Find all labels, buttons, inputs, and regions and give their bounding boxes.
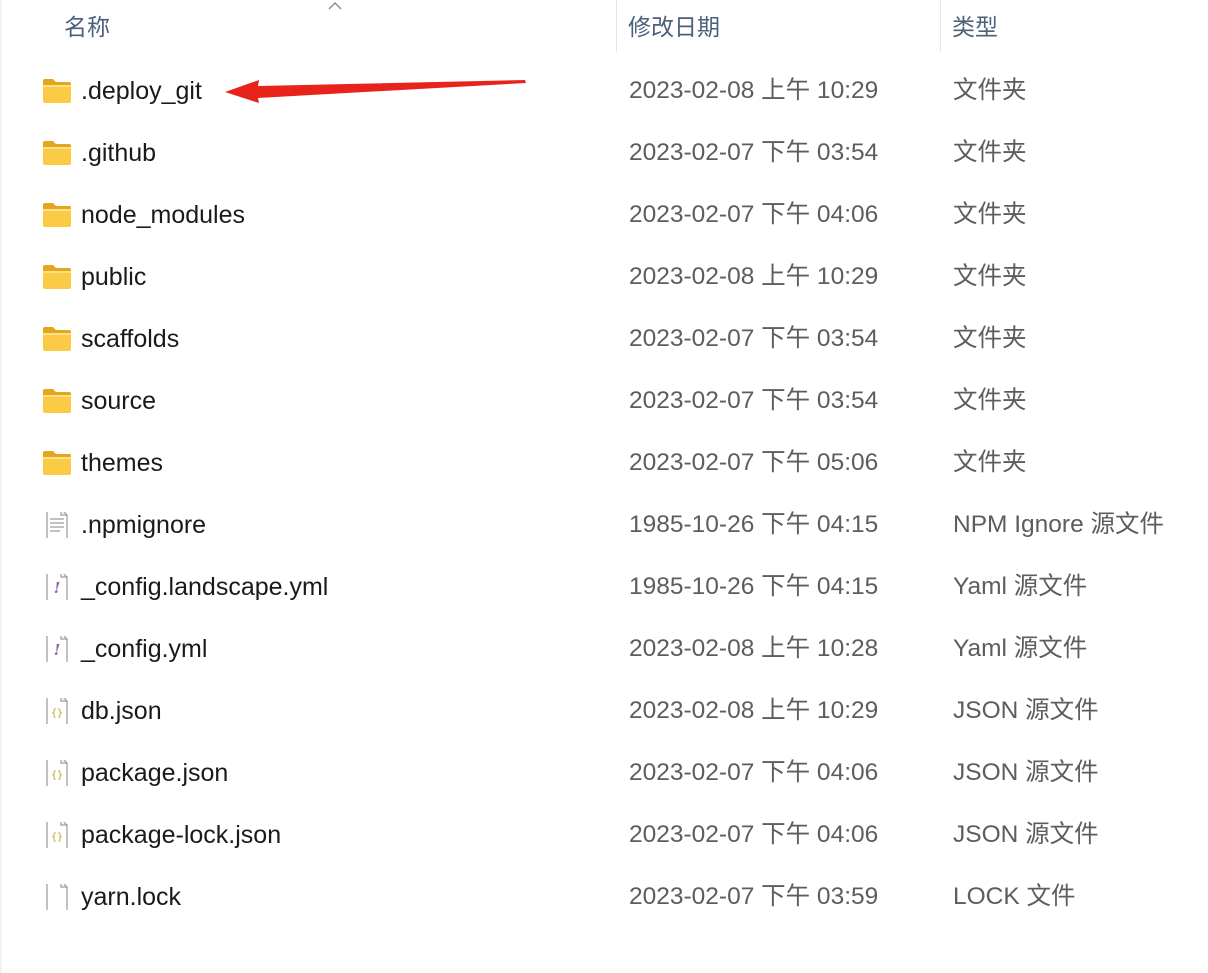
svg-text:!: ! bbox=[54, 641, 61, 659]
blank-file-icon bbox=[42, 880, 72, 914]
json-file-icon: {} bbox=[42, 818, 72, 852]
file-type: Yaml 源文件 bbox=[953, 573, 1088, 600]
file-modified-date: 2023-02-07 下午 04:06 bbox=[629, 759, 879, 786]
file-row[interactable]: {} package.json 2023-02-07 下午 04:06 JSON 源… bbox=[0, 742, 1208, 804]
file-modified-date: 1985-10-26 下午 04:15 bbox=[629, 573, 879, 600]
file-row[interactable]: .github 2023-02-07 下午 03:54 文件夹 bbox=[0, 122, 1208, 184]
text-file-icon bbox=[42, 508, 72, 542]
file-type: NPM Ignore 源文件 bbox=[953, 511, 1165, 538]
folder-icon bbox=[42, 202, 72, 228]
file-name: scaffolds bbox=[81, 325, 180, 353]
svg-text:{}: {} bbox=[51, 832, 63, 843]
file-type: 文件夹 bbox=[953, 387, 1027, 414]
folder-icon bbox=[42, 140, 72, 166]
column-divider[interactable] bbox=[616, 0, 617, 52]
json-file-icon: {} bbox=[42, 694, 72, 728]
file-name: yarn.lock bbox=[81, 883, 182, 911]
file-type: 文件夹 bbox=[953, 77, 1027, 104]
file-type: Yaml 源文件 bbox=[953, 635, 1088, 662]
file-name: node_modules bbox=[81, 201, 246, 229]
file-name: _config.yml bbox=[81, 635, 208, 663]
column-divider[interactable] bbox=[940, 0, 941, 52]
file-row[interactable]: source 2023-02-07 下午 03:54 文件夹 bbox=[0, 370, 1208, 432]
column-header-bar: 名称 修改日期 类型 bbox=[0, 0, 1208, 52]
file-row[interactable]: themes 2023-02-07 下午 05:06 文件夹 bbox=[0, 432, 1208, 494]
file-row[interactable]: .npmignore 1985-10-26 下午 04:15 NPM Ignore … bbox=[0, 494, 1208, 556]
folder-icon bbox=[42, 326, 72, 352]
file-row[interactable]: .deploy_git 2023-02-08 上午 10:29 文件夹 bbox=[0, 60, 1208, 122]
column-header-type[interactable]: 类型 bbox=[952, 0, 1202, 52]
file-name: db.json bbox=[81, 697, 162, 725]
file-name: package-lock.json bbox=[81, 821, 282, 849]
column-header-name[interactable]: 名称 bbox=[64, 0, 614, 52]
file-modified-date: 2023-02-08 上午 10:29 bbox=[629, 263, 879, 290]
file-modified-date: 2023-02-07 下午 03:54 bbox=[629, 325, 879, 352]
file-modified-date: 2023-02-07 下午 03:54 bbox=[629, 139, 879, 166]
file-modified-date: 2023-02-08 上午 10:29 bbox=[629, 697, 879, 724]
file-type: LOCK 文件 bbox=[953, 883, 1076, 910]
file-name: package.json bbox=[81, 759, 229, 787]
file-row[interactable]: yarn.lock 2023-02-07 下午 03:59 LOCK 文件 bbox=[0, 866, 1208, 928]
file-type: JSON 源文件 bbox=[953, 697, 1099, 724]
file-row[interactable]: ! _config.landscape.yml 1985-10-26 下午 04:… bbox=[0, 556, 1208, 618]
file-type: 文件夹 bbox=[953, 263, 1027, 290]
file-name: themes bbox=[81, 449, 163, 477]
svg-text:!: ! bbox=[54, 579, 61, 597]
file-row[interactable]: {} package-lock.json 2023-02-07 下午 04:06 J… bbox=[0, 804, 1208, 866]
file-explorer-window: 名称 修改日期 类型 .deploy_git 2023-02-08 上午 10:2… bbox=[0, 0, 1208, 973]
file-type: 文件夹 bbox=[953, 325, 1027, 352]
file-modified-date: 2023-02-07 下午 04:06 bbox=[629, 201, 879, 228]
column-header-date[interactable]: 修改日期 bbox=[628, 0, 938, 52]
file-type: 文件夹 bbox=[953, 201, 1027, 228]
yaml-file-icon: ! bbox=[42, 632, 72, 666]
file-name: _config.landscape.yml bbox=[81, 573, 329, 601]
file-type: 文件夹 bbox=[953, 449, 1027, 476]
file-type: JSON 源文件 bbox=[953, 759, 1099, 786]
folder-icon bbox=[42, 264, 72, 290]
folder-icon bbox=[42, 450, 72, 476]
file-modified-date: 1985-10-26 下午 04:15 bbox=[629, 511, 879, 538]
file-modified-date: 2023-02-07 下午 03:59 bbox=[629, 883, 879, 910]
file-name: .npmignore bbox=[81, 511, 207, 539]
yaml-file-icon: ! bbox=[42, 570, 72, 604]
file-modified-date: 2023-02-07 下午 05:06 bbox=[629, 449, 879, 476]
file-modified-date: 2023-02-07 下午 04:06 bbox=[629, 821, 879, 848]
file-row[interactable]: public 2023-02-08 上午 10:29 文件夹 bbox=[0, 246, 1208, 308]
file-row[interactable]: ! _config.yml 2023-02-08 上午 10:28 Yaml 源文件 bbox=[0, 618, 1208, 680]
folder-icon bbox=[42, 388, 72, 414]
file-name: .deploy_git bbox=[81, 77, 202, 105]
file-modified-date: 2023-02-07 下午 03:54 bbox=[629, 387, 879, 414]
file-name: source bbox=[81, 387, 157, 415]
file-modified-date: 2023-02-08 上午 10:28 bbox=[629, 635, 879, 662]
file-name: .github bbox=[81, 139, 157, 167]
file-name: public bbox=[81, 263, 147, 291]
file-row[interactable]: {} db.json 2023-02-08 上午 10:29 JSON 源文件 bbox=[0, 680, 1208, 742]
file-row[interactable]: scaffolds 2023-02-07 下午 03:54 文件夹 bbox=[0, 308, 1208, 370]
svg-text:{}: {} bbox=[51, 770, 63, 781]
file-type: 文件夹 bbox=[953, 139, 1027, 166]
folder-icon bbox=[42, 78, 72, 104]
file-modified-date: 2023-02-08 上午 10:29 bbox=[629, 77, 879, 104]
json-file-icon: {} bbox=[42, 756, 72, 790]
file-type: JSON 源文件 bbox=[953, 821, 1099, 848]
svg-text:{}: {} bbox=[51, 708, 63, 719]
file-list: .deploy_git 2023-02-08 上午 10:29 文件夹 .githu… bbox=[0, 60, 1208, 928]
file-row[interactable]: node_modules 2023-02-07 下午 04:06 文件夹 bbox=[0, 184, 1208, 246]
